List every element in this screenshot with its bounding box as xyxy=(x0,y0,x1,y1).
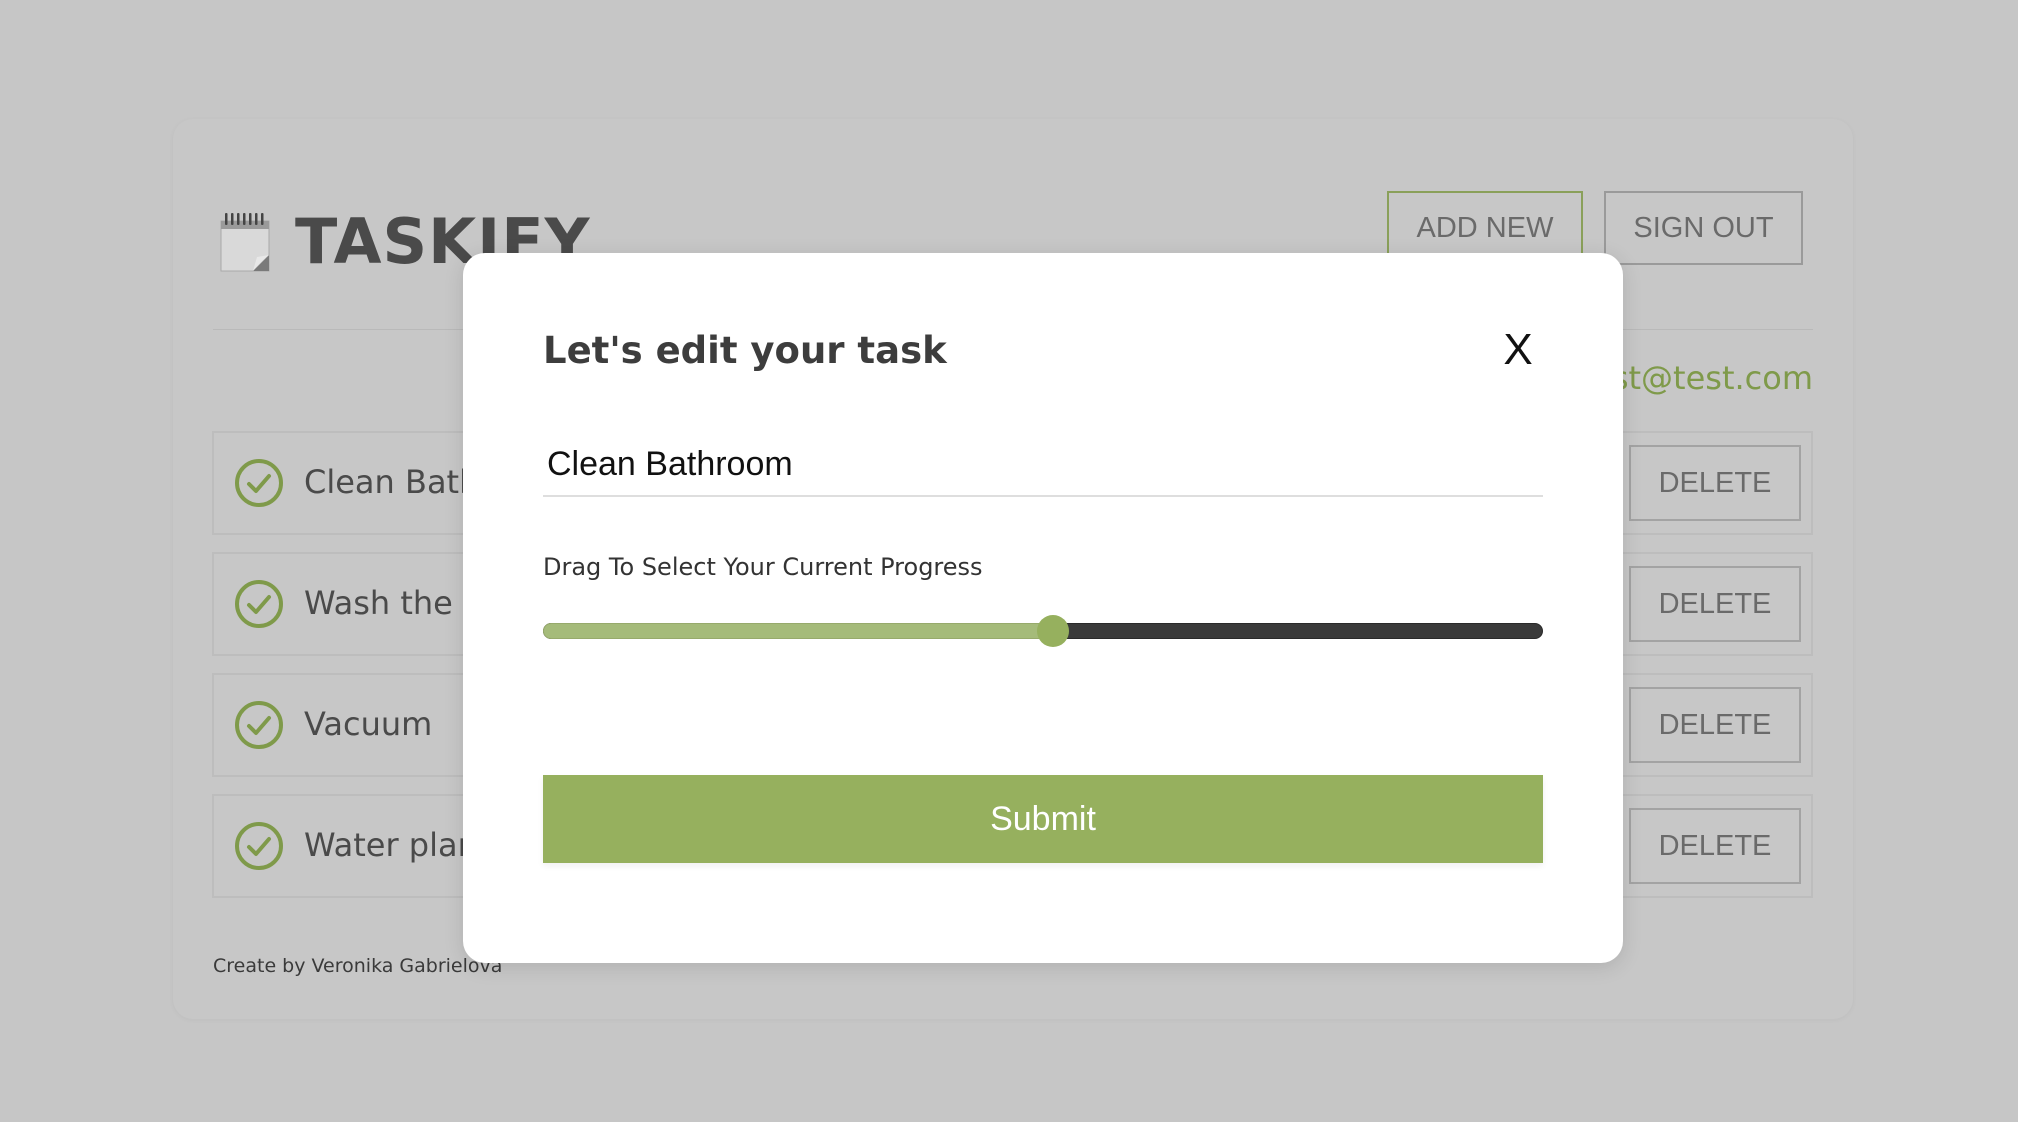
page: TASKIFY ADD NEW SIGN OUT test@test.com C… xyxy=(0,0,2018,1122)
delete-button[interactable]: DELETE xyxy=(1629,808,1801,884)
delete-button[interactable]: DELETE xyxy=(1629,687,1801,763)
check-circle-icon[interactable] xyxy=(234,579,284,629)
check-circle-icon[interactable] xyxy=(234,700,284,750)
submit-button[interactable]: Submit xyxy=(543,775,1543,863)
sign-out-button[interactable]: SIGN OUT xyxy=(1604,191,1803,265)
footer-credit: Create by Veronika Gabrielova xyxy=(213,955,503,977)
progress-slider-label: Drag To Select Your Current Progress xyxy=(543,553,983,581)
slider-fill xyxy=(543,623,1053,639)
check-circle-icon[interactable] xyxy=(234,458,284,508)
progress-slider[interactable] xyxy=(543,613,1543,649)
delete-button[interactable]: DELETE xyxy=(1629,566,1801,642)
delete-button[interactable]: DELETE xyxy=(1629,445,1801,521)
task-name: Vacuum xyxy=(304,705,433,743)
notepad-icon xyxy=(220,213,270,272)
slider-thumb[interactable] xyxy=(1037,615,1069,647)
close-icon[interactable]: X xyxy=(1493,325,1543,375)
check-circle-icon[interactable] xyxy=(234,821,284,871)
modal-title: Let's edit your task xyxy=(543,329,947,372)
edit-task-modal: Let's edit your task X Drag To Select Yo… xyxy=(463,253,1623,963)
task-name-input[interactable] xyxy=(543,433,1543,497)
